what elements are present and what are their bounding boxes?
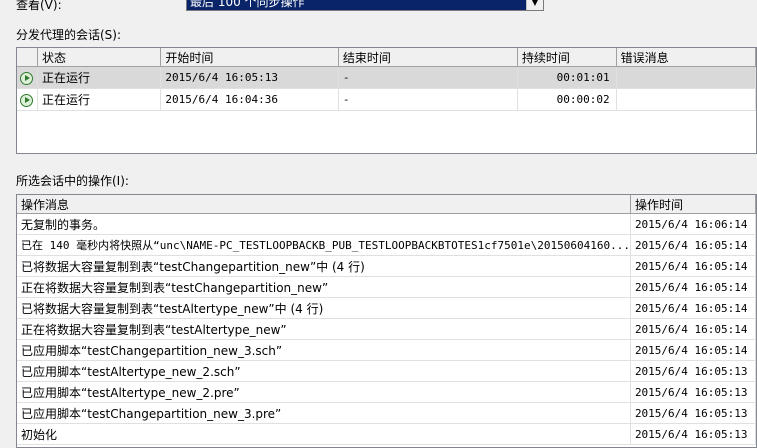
action-time: 2015/6/4 16:05:14 <box>630 276 756 298</box>
actions-table: 操作消息 操作时间 无复制的事务。 2015/6/4 16:06:14 已在 14… <box>17 195 756 445</box>
action-row[interactable]: 初始化 2015/6/4 16:05:13 <box>17 423 756 445</box>
column-header-status[interactable]: 状态 <box>37 48 162 67</box>
action-message: 已在 140 毫秒内将快照从“unc\NAME-PC_TESTLOOPBACKB… <box>17 234 631 256</box>
session-error <box>616 66 756 89</box>
session-duration: 00:01:01 <box>517 66 617 89</box>
action-time: 2015/6/4 16:05:14 <box>630 318 756 340</box>
actions-label: 所选会话中的操作(I): <box>16 174 129 188</box>
view-label: 查看(V): <box>16 0 62 12</box>
action-row[interactable]: 正在将数据大容量复制到表“testChangepartition_new” 201… <box>17 276 756 298</box>
session-status: 正在运行 <box>37 66 162 89</box>
action-row[interactable]: 已在 140 毫秒内将快照从“unc\NAME-PC_TESTLOOPBACKB… <box>17 234 756 256</box>
session-row[interactable]: 正在运行 2015/6/4 16:04:36 - 00:00:02 <box>17 88 756 111</box>
action-message: 已应用脚本“testAltertype_new_2.pre” <box>17 381 631 403</box>
view-dropdown[interactable]: 最后 100 个同步操作 ▼ <box>186 0 544 11</box>
column-header-duration[interactable]: 持续时间 <box>517 48 617 67</box>
action-row[interactable]: 无复制的事务。 2015/6/4 16:06:14 <box>17 213 756 235</box>
action-time: 2015/6/4 16:05:13 <box>630 360 756 382</box>
action-row[interactable]: 已应用脚本“testChangepartition_new_3.pre” 2015… <box>17 402 756 424</box>
session-duration: 00:00:02 <box>517 88 617 111</box>
action-time: 2015/6/4 16:05:13 <box>630 381 756 403</box>
sessions-table: 状态 开始时间 结束时间 持续时间 错误消息 正在运行 2015/6/4 16:… <box>17 48 756 111</box>
session-start-time: 2015/6/4 16:05:13 <box>160 66 339 89</box>
running-icon <box>20 93 34 107</box>
action-row[interactable]: 已应用脚本“testChangepartition_new_3.sch” 2015… <box>17 339 756 361</box>
action-time: 2015/6/4 16:05:13 <box>630 402 756 424</box>
session-start-time: 2015/6/4 16:04:36 <box>160 88 339 111</box>
sessions-label: 分发代理的会话(S): <box>16 28 122 42</box>
action-message: 已应用脚本“testAltertype_new_2.sch” <box>17 360 631 382</box>
action-time: 2015/6/4 16:05:14 <box>630 339 756 361</box>
action-message: 无复制的事务。 <box>17 213 631 235</box>
action-time: 2015/6/4 16:05:14 <box>630 297 756 319</box>
running-icon <box>20 71 34 85</box>
column-header-action-message[interactable]: 操作消息 <box>17 195 631 214</box>
column-header-action-time[interactable]: 操作时间 <box>630 195 756 214</box>
column-header-end-time[interactable]: 结束时间 <box>338 48 518 67</box>
action-time: 2015/6/4 16:06:14 <box>630 213 756 235</box>
session-end-time: - <box>338 66 518 89</box>
session-end-time: - <box>338 88 518 111</box>
actions-grid[interactable]: 操作消息 操作时间 无复制的事务。 2015/6/4 16:06:14 已在 14… <box>16 194 757 448</box>
action-message: 已应用脚本“testChangepartition_new_3.pre” <box>17 402 631 424</box>
action-time: 2015/6/4 16:05:13 <box>630 423 756 445</box>
chevron-down-icon[interactable]: ▼ <box>526 0 543 10</box>
action-row[interactable]: 已应用脚本“testAltertype_new_2.pre” 2015/6/4 1… <box>17 381 756 403</box>
action-row[interactable]: 已将数据大容量复制到表“testChangepartition_new”中 (4… <box>17 255 756 277</box>
action-row[interactable]: 已将数据大容量复制到表“testAltertype_new”中 (4 行) 201… <box>17 297 756 319</box>
running-status-icon-cell <box>17 66 38 89</box>
action-message: 已应用脚本“testChangepartition_new_3.sch” <box>17 339 631 361</box>
action-row[interactable]: 正在将数据大容量复制到表“testAltertype_new” 2015/6/4 … <box>17 318 756 340</box>
session-row[interactable]: 正在运行 2015/6/4 16:05:13 - 00:01:01 <box>17 66 756 89</box>
session-status: 正在运行 <box>37 88 162 111</box>
row-header-corner <box>17 48 38 67</box>
column-header-error-message[interactable]: 错误消息 <box>616 48 756 67</box>
action-message: 正在将数据大容量复制到表“testAltertype_new” <box>17 318 631 340</box>
action-time: 2015/6/4 16:05:14 <box>630 234 756 256</box>
running-status-icon-cell <box>17 88 38 111</box>
column-header-start-time[interactable]: 开始时间 <box>160 48 339 67</box>
view-dropdown-value: 最后 100 个同步操作 <box>187 0 526 10</box>
action-message: 正在将数据大容量复制到表“testChangepartition_new” <box>17 276 631 298</box>
session-error <box>616 88 756 111</box>
action-time: 2015/6/4 16:05:14 <box>630 255 756 277</box>
sessions-grid[interactable]: 状态 开始时间 结束时间 持续时间 错误消息 正在运行 2015/6/4 16:… <box>16 47 757 154</box>
action-message: 已将数据大容量复制到表“testChangepartition_new”中 (4… <box>17 255 631 277</box>
action-message: 初始化 <box>17 423 631 445</box>
action-row[interactable]: 已应用脚本“testAltertype_new_2.sch” 2015/6/4 1… <box>17 360 756 382</box>
action-message: 已将数据大容量复制到表“testAltertype_new”中 (4 行) <box>17 297 631 319</box>
